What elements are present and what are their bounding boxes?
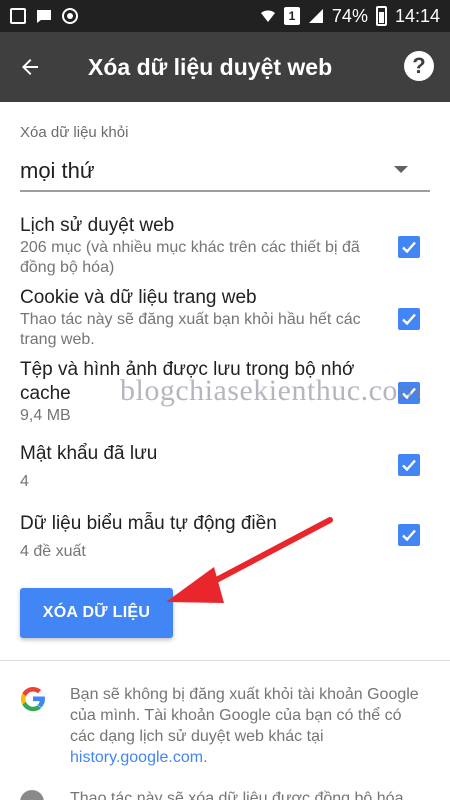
option-title: Lịch sử duyệt web <box>20 215 175 236</box>
option-browsing-history[interactable]: Lịch sử duyệt web 206 mục (và nhiều mục … <box>20 214 430 278</box>
time-range-label: Xóa dữ liệu khỏi <box>20 124 129 141</box>
option-subtitle: 4 <box>20 473 29 490</box>
option-subtitle: Thao tác này sẽ đăng xuất bạn khỏi hầu h… <box>20 311 361 348</box>
option-title: Cookie và dữ liệu trang web <box>20 287 257 308</box>
page-title: Xóa dữ liệu duyệt web <box>88 53 333 80</box>
checkbox-cookies[interactable] <box>398 308 420 330</box>
sync-info: Thao tác này sẽ xóa dữ liệu được đồng bộ… <box>70 790 404 800</box>
check-icon <box>402 529 416 542</box>
battery-percent: 74% <box>331 5 368 26</box>
option-title: Dữ liệu biểu mẫu tự động điền <box>20 513 277 534</box>
sim-badge: 1 <box>283 7 300 25</box>
option-subtitle: 4 đề xuất <box>20 543 86 560</box>
info-icon <box>20 790 44 800</box>
app-notification-icon <box>10 8 26 24</box>
checkbox-browsing-history[interactable] <box>398 236 420 258</box>
status-bar: 1 74% 14:14 <box>0 0 450 32</box>
time-range-value: mọi thứ <box>20 158 95 183</box>
option-cookies[interactable]: Cookie và dữ liệu trang web Thao tác này… <box>20 286 430 350</box>
history-link[interactable]: history.google.com <box>70 749 203 766</box>
wifi-icon <box>260 10 275 22</box>
help-button[interactable]: ? <box>404 51 434 81</box>
arrow-left-icon <box>22 59 38 75</box>
option-passwords[interactable]: Mật khẩu đã lưu 4 <box>20 442 430 492</box>
account-info: Bạn sẽ không bị đăng xuất khỏi tài khoản… <box>70 684 430 768</box>
time-range-dropdown[interactable]: mọi thứ <box>20 148 430 192</box>
clear-data-button[interactable]: XÓA DỮ LIỆU <box>20 588 173 638</box>
chrome-icon <box>62 8 78 24</box>
back-button[interactable] <box>0 32 60 102</box>
check-icon <box>402 313 416 326</box>
account-info-text: Bạn sẽ không bị đăng xuất khỏi tài khoản… <box>70 686 419 745</box>
battery-icon <box>375 6 387 26</box>
watermark: blogchiasekienthuc.com <box>120 374 422 407</box>
info-suffix: . <box>203 749 208 766</box>
help-icon: ? <box>412 53 426 78</box>
option-subtitle: 206 mục (và nhiều mục khác trên các thiế… <box>20 239 360 276</box>
option-subtitle: 9,4 MB <box>20 407 71 424</box>
app-toolbar: Xóa dữ liệu duyệt web ? <box>0 32 450 102</box>
checkbox-passwords[interactable] <box>398 454 420 476</box>
message-icon <box>37 10 51 23</box>
divider <box>0 660 450 661</box>
signal-icon <box>308 9 323 23</box>
option-title: Mật khẩu đã lưu <box>20 443 158 464</box>
check-icon <box>402 459 416 472</box>
option-autofill[interactable]: Dữ liệu biểu mẫu tự động điền 4 đề xuất <box>20 512 430 562</box>
google-icon <box>20 686 45 712</box>
dropdown-caret-icon <box>394 166 408 173</box>
checkbox-autofill[interactable] <box>398 524 420 546</box>
check-icon <box>402 241 416 254</box>
clock: 14:14 <box>394 5 440 26</box>
